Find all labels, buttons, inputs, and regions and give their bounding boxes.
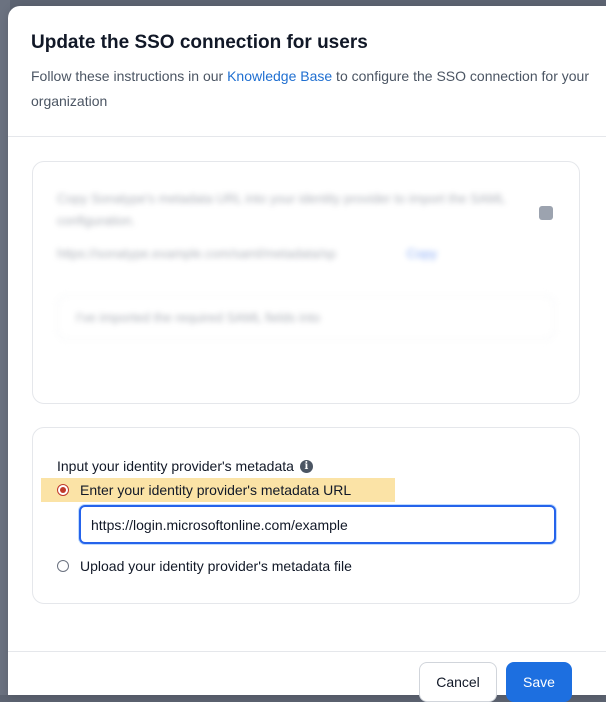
modal-subtitle: Follow these instructions in our Knowled…	[31, 64, 591, 114]
idp-metadata-card: Input your identity provider's metadata …	[32, 427, 580, 604]
knowledge-base-link[interactable]: Knowledge Base	[227, 68, 332, 84]
sp-metadata-card: Copy Sonatype's metadata URL into your i…	[32, 161, 580, 404]
blurred-instruction: Copy Sonatype's metadata URL into your i…	[57, 191, 506, 228]
blurred-confirm-text: I've imported the required SAML fields i…	[76, 310, 321, 325]
header-divider	[8, 136, 606, 137]
radio-metadata-url[interactable]	[57, 484, 69, 496]
modal-title: Update the SSO connection for users	[31, 32, 368, 53]
radio-metadata-file[interactable]	[57, 560, 69, 572]
blurred-url-row: https://sonatype.example.com/saml/metada…	[57, 246, 437, 261]
subtitle-text-before: Follow these instructions in our	[31, 68, 228, 84]
blurred-copy-link: Copy	[406, 246, 437, 261]
modal-header: Update the SSO connection for users Foll…	[31, 30, 591, 114]
footer-divider	[8, 651, 606, 652]
option-metadata-file-label: Upload your identity provider's metadata…	[80, 558, 352, 574]
idp-metadata-label-text: Input your identity provider's metadata	[57, 458, 294, 474]
blurred-content: Copy Sonatype's metadata URL into your i…	[33, 162, 579, 366]
sso-modal: Update the SSO connection for users Foll…	[8, 6, 606, 695]
option-metadata-url[interactable]: Enter your identity provider's metadata …	[41, 478, 395, 502]
info-icon[interactable]: i	[299, 459, 313, 473]
blurred-confirm-box: I've imported the required SAML fields i…	[57, 295, 555, 340]
cancel-button[interactable]: Cancel	[419, 662, 497, 702]
option-metadata-file[interactable]: Upload your identity provider's metadata…	[57, 558, 352, 574]
option-metadata-url-label: Enter your identity provider's metadata …	[80, 482, 352, 498]
save-button[interactable]: Save	[506, 662, 572, 702]
metadata-url-input[interactable]	[79, 505, 556, 544]
idp-metadata-label: Input your identity provider's metadata …	[57, 458, 313, 474]
blurred-url: https://sonatype.example.com/saml/metada…	[57, 246, 336, 261]
